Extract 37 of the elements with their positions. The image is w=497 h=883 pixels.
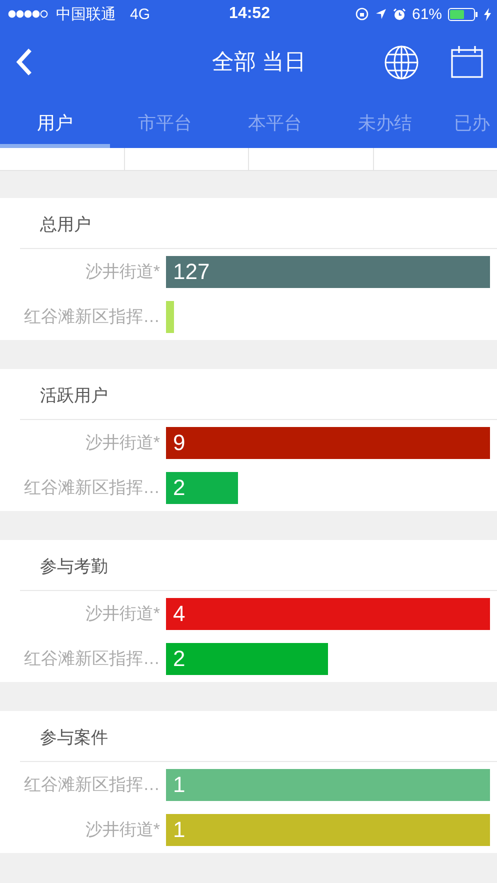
tab[interactable]: 未办结: [330, 96, 440, 148]
bar-label: 沙井街道*: [84, 432, 161, 454]
signal-icon: [8, 9, 50, 19]
bar-label: 沙井街道*: [84, 819, 161, 841]
location-arrow-icon: [374, 8, 387, 20]
bar-label: 红谷滩新区指挥…: [23, 774, 161, 796]
bar-label: 红谷滩新区指挥…: [23, 477, 161, 499]
bar: 2: [166, 472, 238, 504]
bar-label: 沙井街道*: [84, 603, 161, 625]
carrier-name: 中国联通: [56, 4, 116, 24]
rotation-lock-icon: [354, 7, 369, 21]
back-button[interactable]: [14, 47, 34, 77]
card-title: 参与考勤: [39, 556, 109, 578]
globe-icon[interactable]: [384, 44, 419, 80]
page-title: 全部 当日: [210, 48, 308, 76]
card-title: 总用户: [39, 214, 92, 236]
card-title: 活跃用户: [39, 385, 109, 407]
card-title: 参与案件: [39, 727, 109, 749]
bar: 9: [166, 426, 490, 458]
bar: 2: [166, 642, 328, 674]
battery-percent: 61%: [412, 6, 442, 22]
bar-label: 沙井街道*: [84, 261, 161, 283]
bar: 1: [166, 768, 490, 800]
tab[interactable]: 市平台: [110, 96, 220, 148]
calendar-icon[interactable]: [451, 46, 483, 78]
tab[interactable]: 本平台: [220, 96, 330, 148]
network-type: 4G: [130, 6, 150, 22]
segment-tab[interactable]: [124, 148, 249, 170]
clock-time: 14:52: [229, 5, 270, 23]
battery-icon: [448, 8, 478, 20]
tab[interactable]: 已办: [440, 96, 497, 148]
bar: 4: [166, 598, 490, 630]
bar-label: 红谷滩新区指挥…: [23, 648, 161, 670]
bar-label: 红谷滩新区指挥…: [23, 306, 161, 328]
bar: 127: [166, 256, 490, 288]
alarm-icon: [392, 8, 406, 20]
bar: 1: [166, 814, 490, 846]
